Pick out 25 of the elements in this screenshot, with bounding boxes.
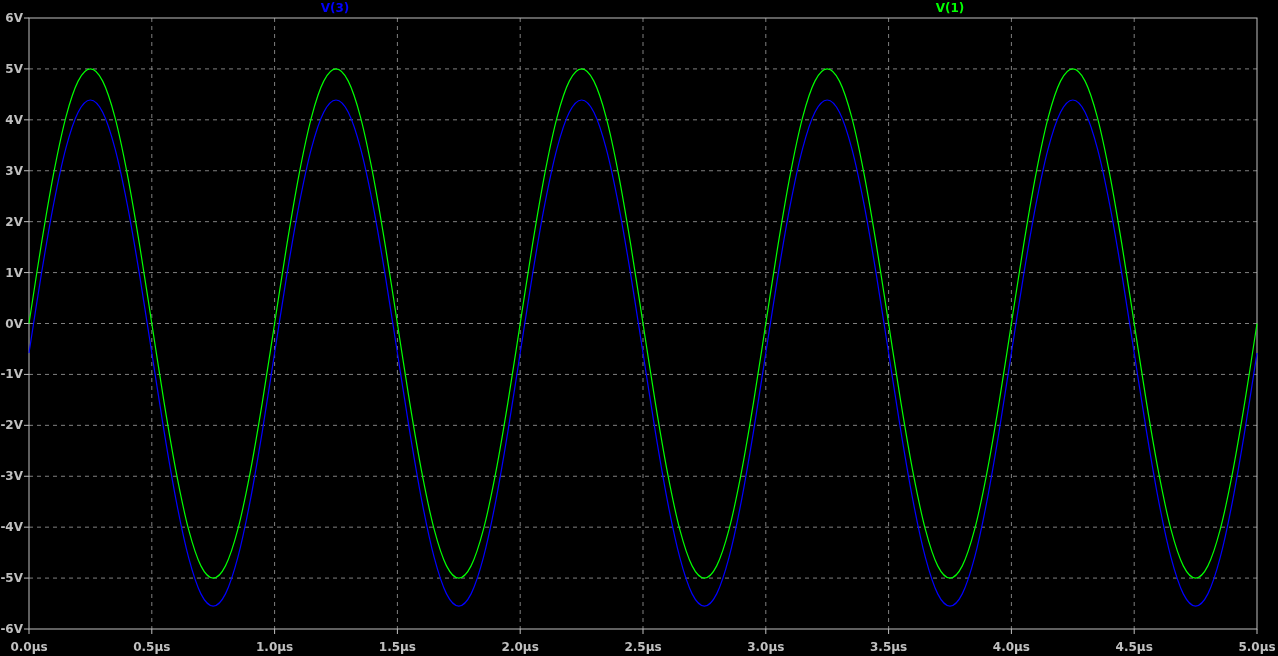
y-axis-label: 1V — [5, 265, 23, 280]
y-axis-label: 3V — [5, 163, 23, 178]
x-axis-label: 5.0µs — [1238, 640, 1276, 654]
x-axis-label: 4.5µs — [1115, 640, 1153, 654]
x-axis-label: 0.5µs — [133, 640, 171, 654]
y-axis-label: -5V — [0, 571, 23, 586]
y-axis-label: -1V — [0, 367, 23, 382]
y-axis-label: -3V — [0, 469, 23, 484]
x-axis-label: 3.5µs — [870, 640, 908, 654]
x-axis-label: 2.0µs — [501, 640, 539, 654]
x-axis-label: 3.0µs — [747, 640, 785, 654]
x-axis-label: 4.0µs — [992, 640, 1030, 654]
y-axis-label: -2V — [0, 418, 23, 433]
x-axis-label: 1.0µs — [256, 640, 294, 654]
x-axis-label: 2.5µs — [624, 640, 662, 654]
x-axis-label: 1.5µs — [378, 640, 416, 654]
y-axis-label: -4V — [0, 520, 23, 535]
trace-legend-label[interactable]: V(1) — [935, 1, 965, 15]
y-axis-label: 4V — [5, 112, 23, 127]
x-axis-label: 0.0µs — [10, 640, 48, 654]
y-axis-label: 0V — [5, 316, 23, 331]
y-axis-label: 5V — [5, 61, 23, 76]
y-axis-label: -6V — [0, 622, 23, 636]
y-axis-label: 6V — [5, 11, 23, 25]
y-axis-label: 2V — [5, 214, 23, 229]
